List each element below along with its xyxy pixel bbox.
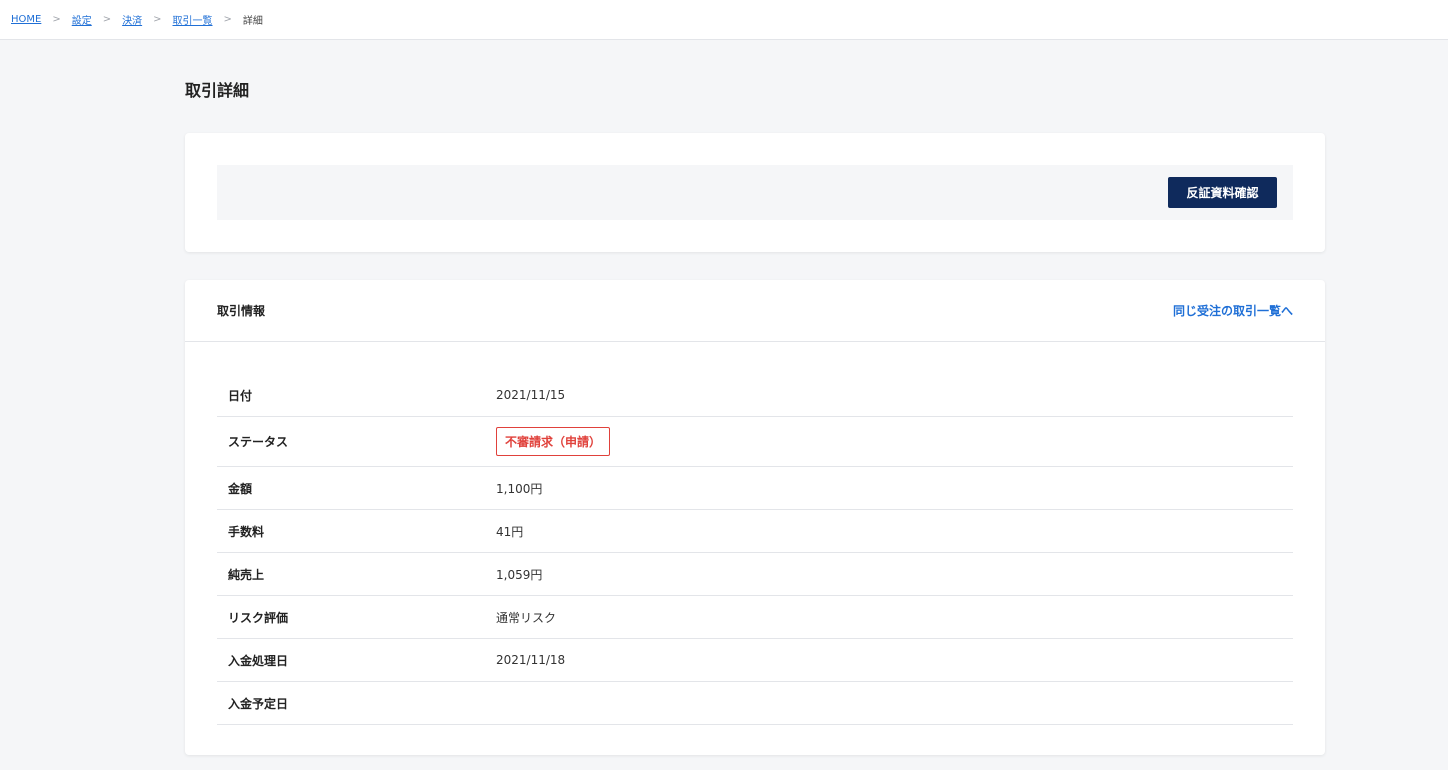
detail-label: リスク評価: [228, 610, 289, 625]
detail-value: 不審請求（申請）: [496, 427, 611, 456]
status-badge: 不審請求（申請）: [496, 427, 611, 456]
detail-label: 手数料: [228, 524, 265, 539]
breadcrumb-settings[interactable]: 設定: [72, 12, 92, 27]
detail-row-status: ステータス 不審請求（申請）: [217, 417, 1293, 467]
actions-bar: 反証資料確認: [217, 165, 1293, 220]
breadcrumb-separator: >: [102, 14, 112, 25]
detail-row-amount: 金額 1,100円: [217, 467, 1293, 510]
card-title: 取引情報: [217, 304, 266, 318]
breadcrumb-separator: >: [223, 14, 232, 25]
detail-row-deposit-processed: 入金処理日 2021/11/18: [217, 639, 1293, 682]
page-title: 取引詳細: [185, 81, 250, 100]
detail-label: 日付: [228, 388, 253, 403]
breadcrumb-separator: >: [52, 14, 61, 25]
transaction-info-card: 取引情報 同じ受注の取引一覧へ 日付 2021/11/15 ステータス 不審請求…: [185, 280, 1325, 755]
detail-row-risk: リスク評価 通常リスク: [217, 596, 1293, 639]
detail-label: ステータス: [228, 435, 289, 449]
detail-label: 金額: [228, 481, 253, 496]
detail-row-deposit-scheduled: 入金予定日: [217, 682, 1293, 725]
detail-value: 通常リスク: [496, 610, 557, 625]
detail-row-fee: 手数料 41円: [217, 510, 1293, 553]
breadcrumb-separator: >: [153, 14, 162, 25]
detail-value: 41円: [496, 524, 524, 539]
detail-label: 純売上: [228, 567, 265, 582]
same-order-transactions-link[interactable]: 同じ受注の取引一覧へ: [1173, 302, 1293, 319]
detail-label: 入金予定日: [228, 696, 289, 711]
detail-table: 日付 2021/11/15 ステータス 不審請求（申請） 金額 1,100円 手…: [217, 374, 1293, 725]
detail-value: 2021/11/18: [496, 653, 566, 667]
actions-card: 反証資料確認: [185, 133, 1325, 252]
card-header: 取引情報 同じ受注の取引一覧へ: [185, 280, 1325, 342]
detail-label: 入金処理日: [228, 653, 289, 668]
breadcrumb: HOME > 設定 > 決済 > 取引一覧 > 詳細: [0, 0, 1448, 40]
breadcrumb-transactions[interactable]: 取引一覧: [173, 12, 213, 27]
breadcrumb-current: 詳細: [242, 16, 263, 27]
detail-value: 1,100円: [496, 481, 543, 496]
breadcrumb-home[interactable]: HOME: [11, 14, 41, 25]
detail-row-date: 日付 2021/11/15: [217, 374, 1293, 417]
evidence-review-button[interactable]: 反証資料確認: [1168, 177, 1277, 208]
breadcrumb-payment[interactable]: 決済: [122, 12, 142, 27]
detail-value: 1,059円: [496, 567, 543, 582]
detail-row-net-sales: 純売上 1,059円: [217, 553, 1293, 596]
detail-value: 2021/11/15: [496, 388, 566, 402]
